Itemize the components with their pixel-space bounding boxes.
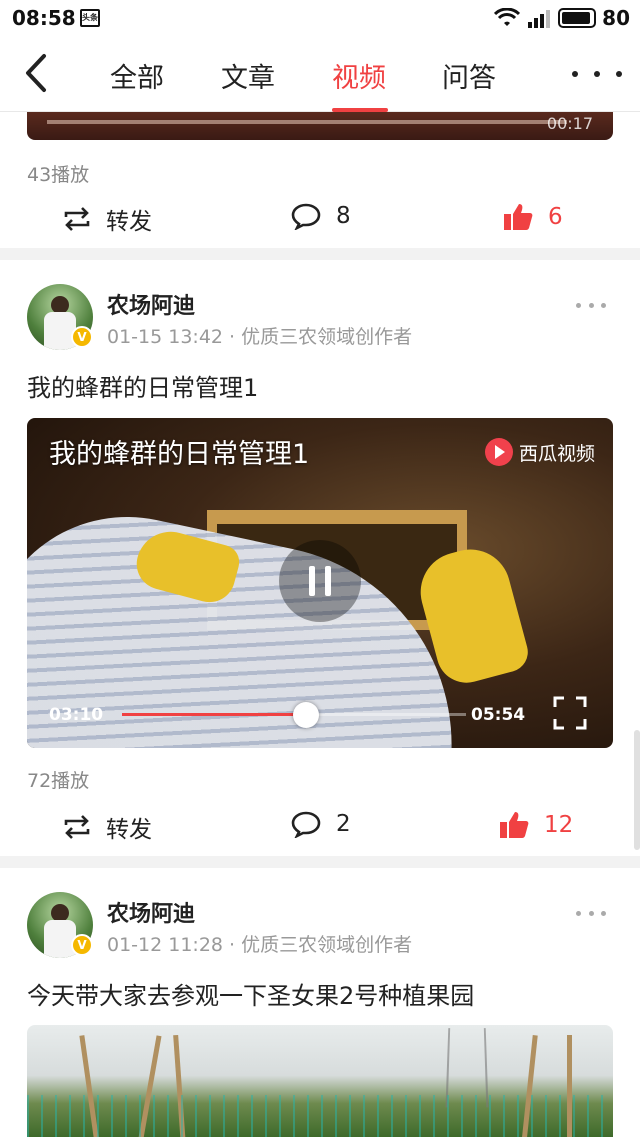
current-time: 03:10 (49, 705, 104, 725)
post-meta: 01-15 13:42 · 优质三农领域创作者 (107, 326, 413, 348)
signal-icon (528, 10, 551, 28)
comment-count: 2 (336, 811, 351, 837)
total-duration: 05:54 (471, 705, 526, 725)
comment-icon (291, 203, 321, 230)
video-overlay-title: 我的蜂群的日常管理1 (49, 439, 310, 470)
post-more-button[interactable] (576, 300, 606, 310)
xigua-logo-icon (484, 438, 513, 466)
notification-icon: 头条 (80, 9, 100, 27)
back-icon[interactable] (18, 50, 58, 96)
repost-icon (64, 815, 90, 839)
comment-button[interactable]: 8 (290, 202, 351, 230)
xigua-watermark: 西瓜视频 (484, 438, 595, 466)
pause-icon[interactable] (279, 540, 361, 622)
share-label: 转发 (106, 209, 152, 235)
tab-videos[interactable]: 视频 (332, 56, 386, 95)
progress-knob[interactable] (293, 702, 320, 728)
thumbs-up-icon (500, 812, 529, 838)
post-title[interactable]: 今天带大家去参观一下圣女果2号种植果园 (27, 976, 474, 1011)
thumbs-up-icon (504, 204, 533, 230)
status-time: 08:58 (12, 6, 76, 30)
progress-fill (122, 713, 307, 716)
like-button[interactable]: 6 (502, 202, 563, 232)
share-button[interactable]: 转发 (62, 202, 152, 236)
wifi-icon (494, 8, 521, 26)
tab-all[interactable]: 全部 (110, 56, 164, 95)
video-thumbnail[interactable]: 00:17 (27, 112, 613, 140)
progress-bar[interactable] (122, 702, 466, 728)
video-thumbnail[interactable] (27, 1025, 613, 1137)
comment-count: 8 (336, 203, 351, 229)
video-player[interactable]: 我的蜂群的日常管理1 西瓜视频 03:10 05:54 (27, 418, 613, 748)
post-meta: 01-12 11:28 · 优质三农领域创作者 (107, 934, 413, 956)
nav-bar: 全部 文章 视频 问答 (0, 36, 640, 112)
like-count: 6 (548, 204, 563, 230)
battery-icon (558, 8, 597, 28)
section-divider (0, 856, 640, 868)
post-more-button[interactable] (576, 908, 606, 918)
scrollbar[interactable] (634, 730, 640, 850)
more-menu-button[interactable] (572, 62, 622, 86)
post-title[interactable]: 我的蜂群的日常管理1 (27, 368, 258, 403)
author-name[interactable]: 农场阿迪 (107, 288, 195, 320)
fullscreen-icon[interactable] (553, 696, 587, 730)
comment-button[interactable]: 2 (290, 810, 351, 838)
author-name[interactable]: 农场阿迪 (107, 896, 195, 928)
comment-icon (291, 811, 321, 838)
play-count: 72播放 (27, 770, 90, 792)
repost-icon (64, 207, 90, 231)
watermark-label: 西瓜视频 (518, 442, 595, 465)
tab-articles[interactable]: 文章 (221, 56, 275, 95)
share-button[interactable]: 转发 (62, 810, 152, 844)
status-bar: 08:58 头条 80 (0, 0, 640, 36)
tab-qa[interactable]: 问答 (442, 56, 496, 95)
verified-badge-icon: V (71, 326, 93, 348)
tab-overflow-fade (532, 36, 572, 110)
share-label: 转发 (106, 817, 152, 843)
like-count: 12 (544, 812, 574, 838)
video-duration: 00:17 (546, 114, 593, 133)
section-divider (0, 248, 640, 260)
play-count: 43播放 (27, 164, 90, 186)
like-button[interactable]: 12 (498, 810, 573, 840)
battery-percent: 80 (602, 6, 630, 30)
verified-badge-icon: V (71, 934, 93, 956)
